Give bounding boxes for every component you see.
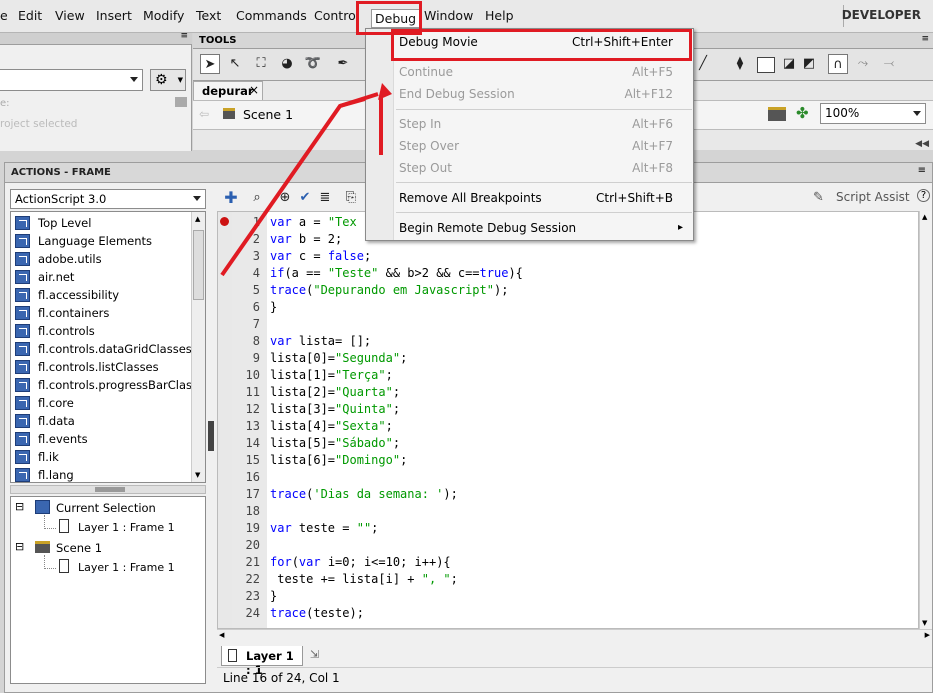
annotation-arrow	[220, 83, 392, 277]
arrow-line	[220, 92, 379, 277]
